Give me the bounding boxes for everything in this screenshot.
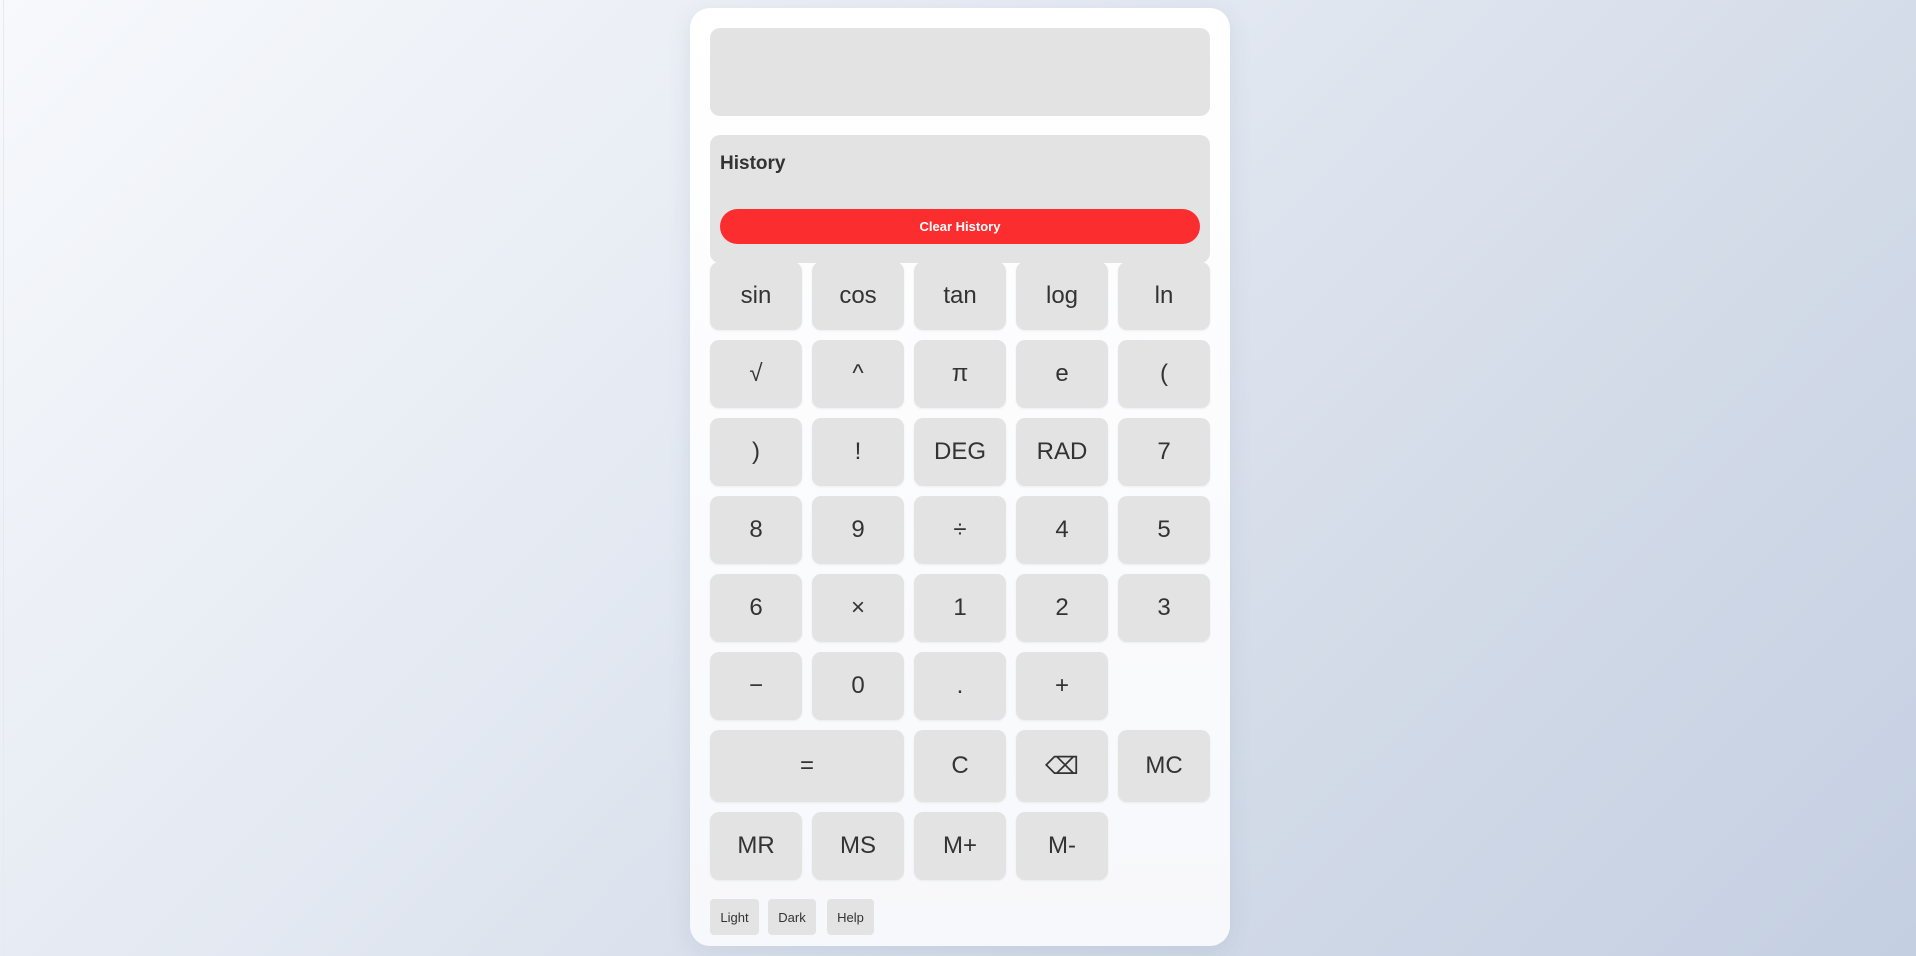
euler-button[interactable]: e (1016, 340, 1108, 408)
history-title: History (720, 153, 786, 174)
memory-recall-button[interactable]: MR (710, 812, 802, 880)
sin-button[interactable]: sin (710, 262, 802, 330)
decimal-point-button[interactable]: . (914, 652, 1006, 720)
cos-button[interactable]: cos (812, 262, 904, 330)
clear-history-button[interactable]: Clear History (720, 209, 1200, 244)
close-paren-button[interactable]: ) (710, 418, 802, 486)
digit-7-button[interactable]: 7 (1118, 418, 1210, 486)
calculator-panel: History Clear History sin cos tan log ln… (690, 8, 1230, 946)
memory-add-button[interactable]: M+ (914, 812, 1006, 880)
open-paren-button[interactable]: ( (1118, 340, 1210, 408)
digit-8-button[interactable]: 8 (710, 496, 802, 564)
multiply-button[interactable]: × (812, 574, 904, 642)
memory-clear-button[interactable]: MC (1118, 730, 1210, 802)
page-edge-divider (3, 0, 4, 956)
digit-3-button[interactable]: 3 (1118, 574, 1210, 642)
digit-4-button[interactable]: 4 (1016, 496, 1108, 564)
power-button[interactable]: ^ (812, 340, 904, 408)
divide-button[interactable]: ÷ (914, 496, 1006, 564)
log-button[interactable]: log (1016, 262, 1108, 330)
history-panel: History Clear History (710, 135, 1210, 263)
digit-2-button[interactable]: 2 (1016, 574, 1108, 642)
deg-button[interactable]: DEG (914, 418, 1006, 486)
tan-button[interactable]: tan (914, 262, 1006, 330)
memory-store-button[interactable]: MS (812, 812, 904, 880)
digit-9-button[interactable]: 9 (812, 496, 904, 564)
help-button[interactable]: Help (827, 899, 874, 935)
digit-6-button[interactable]: 6 (710, 574, 802, 642)
memory-subtract-button[interactable]: M- (1016, 812, 1108, 880)
subtract-button[interactable]: − (710, 652, 802, 720)
dark-theme-button[interactable]: Dark (768, 899, 816, 935)
clear-button[interactable]: C (914, 730, 1006, 802)
ln-button[interactable]: ln (1118, 262, 1210, 330)
digit-5-button[interactable]: 5 (1118, 496, 1210, 564)
rad-button[interactable]: RAD (1016, 418, 1108, 486)
digit-0-button[interactable]: 0 (812, 652, 904, 720)
history-list (720, 181, 1200, 201)
factorial-button[interactable]: ! (812, 418, 904, 486)
equals-button[interactable]: = (710, 730, 904, 802)
backspace-button[interactable]: ⌫ (1016, 730, 1108, 802)
calculator-display (710, 28, 1210, 116)
sqrt-button[interactable]: √ (710, 340, 802, 408)
pi-button[interactable]: π (914, 340, 1006, 408)
digit-1-button[interactable]: 1 (914, 574, 1006, 642)
add-button[interactable]: + (1016, 652, 1108, 720)
light-theme-button[interactable]: Light (710, 899, 759, 935)
